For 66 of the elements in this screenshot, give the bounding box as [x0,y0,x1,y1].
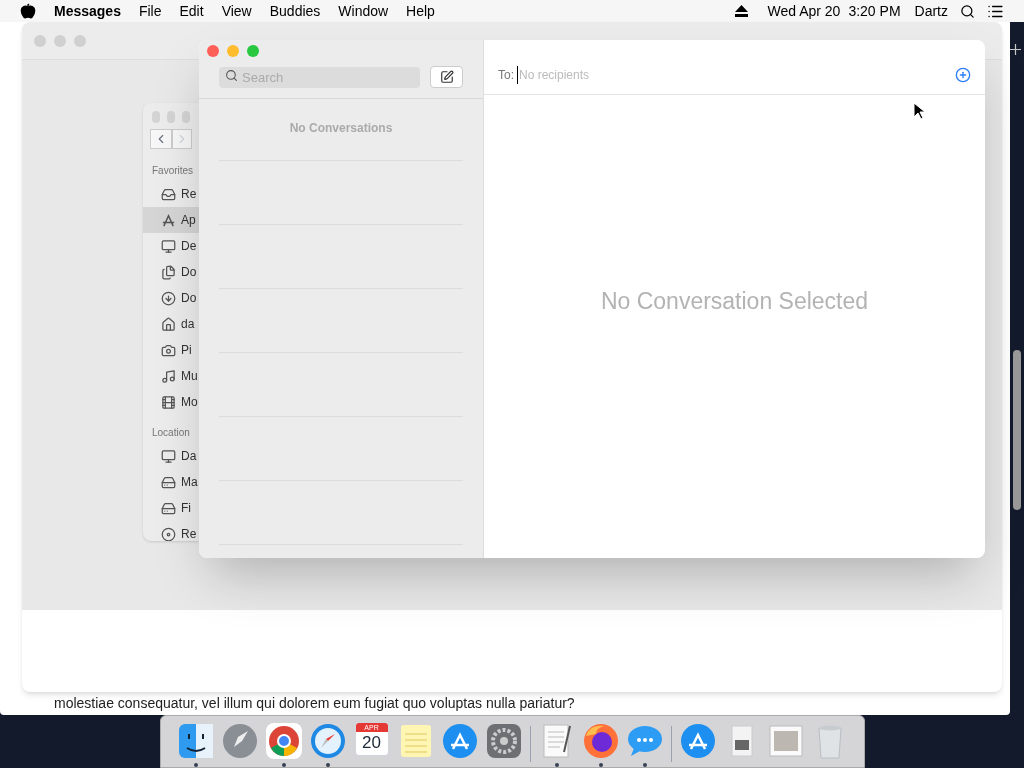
to-label: To: [498,67,514,84]
film-icon [161,394,176,410]
menu-item[interactable]: Buddies [269,0,321,22]
sidebar-item[interactable]: Mu [143,363,199,389]
search-icon[interactable] [960,3,975,19]
menu-item[interactable]: View [221,0,252,22]
rocket-icon[interactable] [220,722,259,760]
sidebar-item[interactable]: Re [143,521,199,541]
sidebar-item[interactable]: Fi [143,495,199,521]
documents-icon [161,264,176,280]
disc-icon [161,526,176,541]
apple-icon[interactable] [20,3,36,19]
empty-state-text: No Conversation Selected [600,287,869,317]
recipients-field[interactable]: No recipients [517,66,955,84]
zoom-button[interactable] [247,45,259,57]
house-icon [161,316,176,332]
download-icon [161,290,176,306]
drive-icon [161,474,176,490]
forward-button[interactable] [172,129,192,149]
add-recipient-button[interactable] [955,67,971,83]
image-document-icon[interactable] [766,722,805,760]
clock-time[interactable]: 3:20 PM [848,0,901,22]
monitor-icon [161,448,176,464]
menu-item[interactable]: Help [406,0,435,22]
sidebar-item[interactable]: Pi [143,337,199,363]
plus-icon[interactable] [1010,44,1021,55]
eject-icon[interactable] [734,5,748,17]
close-button[interactable] [207,45,219,57]
sidebar-item[interactable]: Da [143,443,199,469]
user-name[interactable]: Dartz [914,0,948,22]
letter-a-icon [161,212,176,228]
menu-item[interactable]: Window [338,0,389,22]
camera-icon [161,342,176,358]
tray-icon [161,186,176,202]
clock-date[interactable]: Wed Apr 20 [767,0,841,22]
drive-icon [161,500,176,516]
gear-icon[interactable] [484,722,523,760]
sidebar-item[interactable]: Ma [143,469,199,495]
music-note-icon [161,368,176,384]
fox-globe-icon[interactable] [581,722,620,760]
sidebar-heading: Location [151,425,191,440]
sidebar-item[interactable]: De [143,233,199,259]
app-store-icon[interactable] [440,722,479,760]
sidebar-item[interactable]: Do [143,285,199,311]
menu-item[interactable]: Edit [179,0,204,22]
monitor-icon [161,238,176,254]
page-text: molestiae consequatur, vel illum qui dolorem eum fugiat quo voluptas nulla pariatur? [54,694,575,712]
app-menu[interactable]: Messages [54,0,121,22]
sidebar-item[interactable]: Re [143,181,199,207]
face-icon[interactable] [176,722,215,760]
empty-list-text: No Conversations [288,120,394,137]
menu-item[interactable]: File [138,0,162,22]
pencil-square-icon [439,70,454,84]
cursor-icon [913,102,925,120]
compass-icon[interactable] [308,722,347,760]
back-button[interactable] [150,129,172,149]
chrome-icon[interactable] [264,722,303,760]
sidebar-item[interactable]: Mo [143,389,199,415]
compose-button[interactable] [430,66,463,88]
sidebar-heading: Favorites [151,163,195,178]
sidebar-item[interactable]: Ap [143,207,199,233]
sidebar-item[interactable]: da [143,311,199,337]
sidebar-item[interactable]: Do [143,259,199,285]
calendar-day: 20 [362,732,381,754]
search-icon [225,69,238,82]
app-store-icon[interactable] [678,722,717,760]
